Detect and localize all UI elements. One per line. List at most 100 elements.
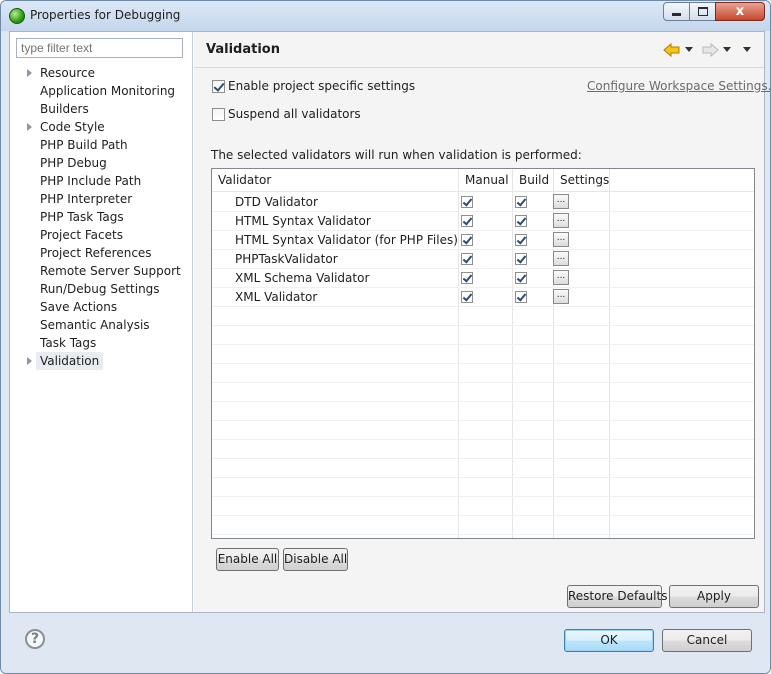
validator-name: PHPTaskValidator bbox=[235, 252, 338, 266]
tree-item[interactable]: Task Tags bbox=[40, 334, 96, 352]
validator-settings-button[interactable]: ... bbox=[553, 270, 569, 285]
table-row[interactable]: XML Schema Validator... bbox=[212, 269, 754, 288]
tree-item[interactable]: PHP Debug bbox=[40, 154, 107, 172]
table-row bbox=[212, 459, 754, 478]
dialog-content: ResourceApplication MonitoringBuildersCo… bbox=[9, 31, 770, 613]
column-header-validator[interactable]: Validator bbox=[212, 169, 459, 192]
build-checkbox[interactable] bbox=[515, 215, 527, 227]
tree-item[interactable]: Project Facets bbox=[40, 226, 123, 244]
close-button[interactable]: x bbox=[715, 2, 765, 21]
build-checkbox[interactable] bbox=[515, 196, 527, 208]
tree-item[interactable]: PHP Include Path bbox=[40, 172, 141, 190]
column-header-build[interactable]: Build bbox=[513, 169, 554, 192]
forward-dropdown-icon[interactable] bbox=[723, 47, 731, 52]
tree-item[interactable]: Project References bbox=[40, 244, 152, 262]
tree-item[interactable]: Builders bbox=[40, 100, 89, 118]
filter-input[interactable] bbox=[16, 38, 183, 58]
build-checkbox[interactable] bbox=[515, 291, 527, 303]
disable-all-button[interactable]: Disable All bbox=[283, 548, 348, 571]
validator-settings-button[interactable]: ... bbox=[553, 213, 569, 228]
restore-defaults-button[interactable]: Restore Defaults bbox=[567, 585, 667, 608]
table-row bbox=[212, 440, 754, 459]
back-arrow-icon[interactable] bbox=[663, 41, 681, 59]
app-icon bbox=[9, 8, 25, 24]
forward-arrow-icon[interactable] bbox=[701, 41, 719, 59]
table-row bbox=[212, 383, 754, 402]
suspend-all-label: Suspend all validators bbox=[228, 107, 361, 121]
tree-item[interactable]: Code Style bbox=[40, 118, 105, 136]
table-row[interactable]: XML Validator... bbox=[212, 288, 754, 307]
table-row bbox=[212, 364, 754, 383]
validators-description: The selected validators will run when va… bbox=[211, 148, 582, 162]
table-header: Validator Manual Build Settings bbox=[212, 169, 754, 192]
manual-checkbox[interactable] bbox=[461, 234, 473, 246]
table-row bbox=[212, 497, 754, 516]
back-dropdown-icon[interactable] bbox=[685, 47, 693, 52]
table-row[interactable]: HTML Syntax Validator... bbox=[212, 212, 754, 231]
property-page: Validation Enable project specific setti… bbox=[194, 32, 770, 612]
validators-table: Validator Manual Build Settings DTD Vali… bbox=[211, 168, 755, 539]
enable-all-button[interactable]: Enable All bbox=[216, 548, 279, 571]
column-header-manual[interactable]: Manual bbox=[459, 169, 513, 192]
tree-item[interactable]: Resource bbox=[40, 64, 95, 82]
tree-item[interactable]: Remote Server Support bbox=[40, 262, 181, 280]
expand-arrow-icon[interactable] bbox=[27, 123, 32, 131]
tree-item[interactable]: PHP Task Tags bbox=[40, 208, 124, 226]
validator-settings-button[interactable]: ... bbox=[553, 232, 569, 247]
tree-item[interactable]: Semantic Analysis bbox=[40, 316, 150, 334]
table-row bbox=[212, 307, 754, 326]
tree-item[interactable]: Save Actions bbox=[40, 298, 117, 316]
build-checkbox[interactable] bbox=[515, 272, 527, 284]
properties-dialog: Properties for Debugging x ResourceAppli… bbox=[0, 0, 771, 674]
minimize-button[interactable] bbox=[663, 2, 690, 21]
table-row bbox=[212, 345, 754, 364]
manual-checkbox[interactable] bbox=[461, 215, 473, 227]
table-row bbox=[212, 402, 754, 421]
validator-name: XML Schema Validator bbox=[235, 271, 370, 285]
column-header-settings[interactable]: Settings bbox=[554, 169, 610, 192]
page-title: Validation bbox=[206, 42, 280, 57]
manual-checkbox[interactable] bbox=[461, 196, 473, 208]
tree-item[interactable]: Application Monitoring bbox=[40, 82, 175, 100]
table-row bbox=[212, 421, 754, 440]
suspend-all-checkbox[interactable] bbox=[212, 108, 225, 121]
manual-checkbox[interactable] bbox=[461, 272, 473, 284]
table-row[interactable]: PHPTaskValidator... bbox=[212, 250, 754, 269]
expand-arrow-icon[interactable] bbox=[27, 357, 32, 365]
validator-name: HTML Syntax Validator bbox=[235, 214, 371, 228]
window-title: Properties for Debugging bbox=[30, 8, 181, 22]
build-checkbox[interactable] bbox=[515, 253, 527, 265]
configure-workspace-link[interactable]: Configure Workspace Settings... bbox=[587, 79, 770, 93]
enable-project-specific-checkbox[interactable] bbox=[212, 80, 225, 93]
validator-settings-button[interactable]: ... bbox=[553, 251, 569, 266]
tree-item[interactable]: PHP Interpreter bbox=[40, 190, 132, 208]
table-row bbox=[212, 326, 754, 345]
title-bar: Properties for Debugging x bbox=[1, 1, 770, 31]
expand-arrow-icon[interactable] bbox=[27, 69, 32, 77]
minimize-icon bbox=[672, 13, 681, 16]
maximize-button[interactable] bbox=[689, 2, 716, 21]
table-row[interactable]: HTML Syntax Validator (for PHP Files)... bbox=[212, 231, 754, 250]
validator-settings-button[interactable]: ... bbox=[553, 289, 569, 304]
apply-button[interactable]: Apply bbox=[669, 585, 759, 608]
build-checkbox[interactable] bbox=[515, 234, 527, 246]
validator-settings-button[interactable]: ... bbox=[553, 194, 569, 209]
validator-name: HTML Syntax Validator (for PHP Files) bbox=[235, 233, 458, 247]
view-menu-icon[interactable] bbox=[743, 47, 751, 52]
tree-item[interactable]: Run/Debug Settings bbox=[40, 280, 160, 298]
maximize-icon bbox=[697, 7, 708, 16]
table-row bbox=[212, 516, 754, 535]
tree-item[interactable]: Validation bbox=[36, 352, 104, 370]
manual-checkbox[interactable] bbox=[461, 291, 473, 303]
property-tree-pane: ResourceApplication MonitoringBuildersCo… bbox=[10, 32, 193, 612]
table-row[interactable]: DTD Validator... bbox=[212, 193, 754, 212]
help-icon[interactable]: ? bbox=[25, 629, 45, 649]
enable-project-specific-label: Enable project specific settings bbox=[228, 79, 416, 93]
table-row bbox=[212, 478, 754, 497]
dialog-footer: ? OK Cancel bbox=[1, 613, 770, 673]
tree-item[interactable]: PHP Build Path bbox=[40, 136, 128, 154]
ok-button[interactable]: OK bbox=[564, 629, 654, 652]
cancel-button[interactable]: Cancel bbox=[662, 629, 752, 652]
manual-checkbox[interactable] bbox=[461, 253, 473, 265]
validator-name: DTD Validator bbox=[235, 195, 318, 209]
